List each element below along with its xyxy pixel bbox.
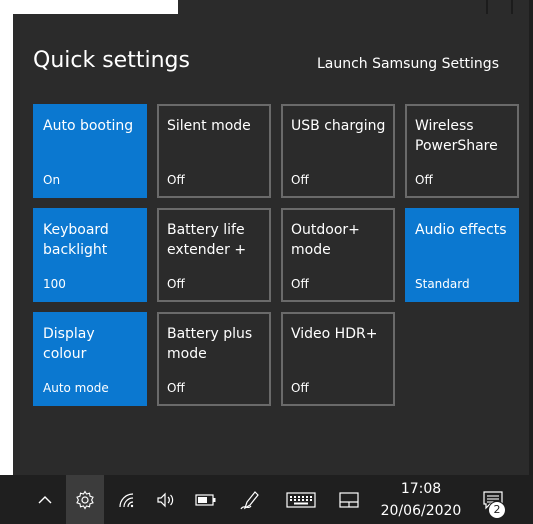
- tile-grid: Auto booting On Silent mode Off USB char…: [33, 104, 519, 406]
- tile-battery-plus-mode[interactable]: Battery plus mode Off: [157, 312, 271, 406]
- window-edge: [529, 0, 533, 475]
- tile-label: USB charging: [291, 118, 386, 134]
- tile-status: On: [43, 173, 61, 187]
- volume-icon[interactable]: [150, 475, 182, 524]
- pen-icon[interactable]: [232, 475, 268, 524]
- taskbar: 17:08 20/06/2020 2: [0, 475, 533, 524]
- battery-icon[interactable]: [190, 475, 222, 524]
- tile-keyboard-backlight[interactable]: Keyboard backlight 100: [33, 208, 147, 302]
- chevron-up-icon[interactable]: [28, 475, 62, 524]
- tile-audio-effects[interactable]: Audio effects Standard: [405, 208, 519, 302]
- tile-wireless-powershare[interactable]: Wireless PowerShare Off: [405, 104, 519, 198]
- launch-samsung-settings-link[interactable]: Launch Samsung Settings: [317, 54, 499, 74]
- tile-label: Display colour: [43, 326, 95, 362]
- tile-status: 100: [43, 277, 66, 291]
- clock-date: 20/06/2020: [380, 502, 462, 519]
- quick-settings-panel: Quick settings Launch Samsung Settings A…: [13, 14, 529, 475]
- gear-icon[interactable]: [66, 475, 104, 524]
- tile-status: Off: [167, 173, 185, 187]
- tile-status: Off: [291, 173, 309, 187]
- window-edge: [486, 0, 488, 14]
- tile-status: Off: [167, 381, 185, 395]
- tile-status: Off: [167, 277, 185, 291]
- window-edge: [511, 0, 513, 14]
- wifi-icon[interactable]: [110, 475, 142, 524]
- tile-status: Auto mode: [43, 381, 109, 395]
- tile-label: Audio effects: [415, 222, 507, 238]
- tile-label: Video HDR+: [291, 326, 378, 342]
- clock-time: 17:08: [400, 480, 442, 497]
- clock[interactable]: 17:08 20/06/2020: [376, 475, 466, 524]
- tile-label: Silent mode: [167, 118, 251, 134]
- tile-label: Outdoor+ mode: [291, 222, 360, 258]
- tile-label: Wireless PowerShare: [415, 118, 498, 154]
- tile-status: Off: [291, 277, 309, 291]
- tile-status: Standard: [415, 277, 470, 291]
- notification-count-badge: 2: [488, 501, 506, 519]
- tile-status: Off: [291, 381, 309, 395]
- tile-label: Battery plus mode: [167, 326, 253, 362]
- background-window: [0, 0, 178, 14]
- keyboard-icon[interactable]: [282, 475, 320, 524]
- tile-label: Battery life extender +: [167, 222, 247, 258]
- tile-label: Keyboard backlight: [43, 222, 109, 258]
- tile-label: Auto booting: [43, 118, 134, 134]
- tile-video-hdr[interactable]: Video HDR+ Off: [281, 312, 395, 406]
- panel-title: Quick settings: [33, 48, 190, 73]
- tile-status: Off: [415, 173, 433, 187]
- tile-auto-booting[interactable]: Auto booting On: [33, 104, 147, 198]
- tile-usb-charging[interactable]: USB charging Off: [281, 104, 395, 198]
- tile-outdoor-mode[interactable]: Outdoor+ mode Off: [281, 208, 395, 302]
- tile-silent-mode[interactable]: Silent mode Off: [157, 104, 271, 198]
- tile-battery-life-extender[interactable]: Battery life extender + Off: [157, 208, 271, 302]
- tablet-mode-icon[interactable]: [332, 475, 366, 524]
- tile-display-colour[interactable]: Display colour Auto mode: [33, 312, 147, 406]
